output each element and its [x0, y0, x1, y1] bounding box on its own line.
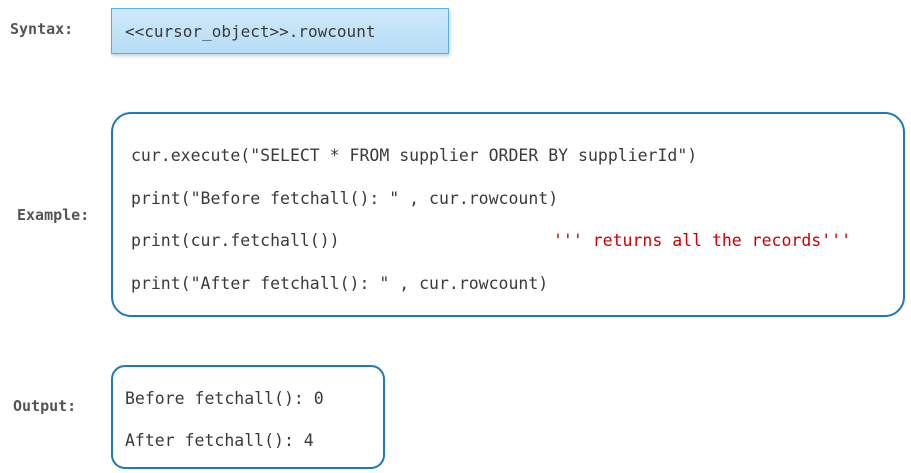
example-code-line-3: print(cur.fetchall())	[131, 231, 340, 250]
example-code-line-4: print("After fetchall(): " , cur.rowcoun…	[131, 274, 549, 293]
example-code-comment: ''' returns all the records'''	[553, 231, 852, 250]
syntax-code: <<cursor_object>>.rowcount	[125, 21, 376, 41]
example-code-line-2: print("Before fetchall(): " , cur.rowcou…	[131, 189, 559, 208]
example-code-line-1: cur.execute("SELECT * FROM supplier ORDE…	[131, 146, 698, 165]
example-label: Example:	[17, 206, 90, 224]
syntax-box: <<cursor_object>>.rowcount	[111, 8, 449, 54]
output-line-2: After fetchall(): 4	[125, 431, 314, 450]
output-line-1: Before fetchall(): 0	[125, 389, 324, 408]
output-label: Output:	[13, 397, 77, 415]
output-box	[111, 365, 385, 469]
syntax-label: Syntax:	[10, 20, 74, 38]
